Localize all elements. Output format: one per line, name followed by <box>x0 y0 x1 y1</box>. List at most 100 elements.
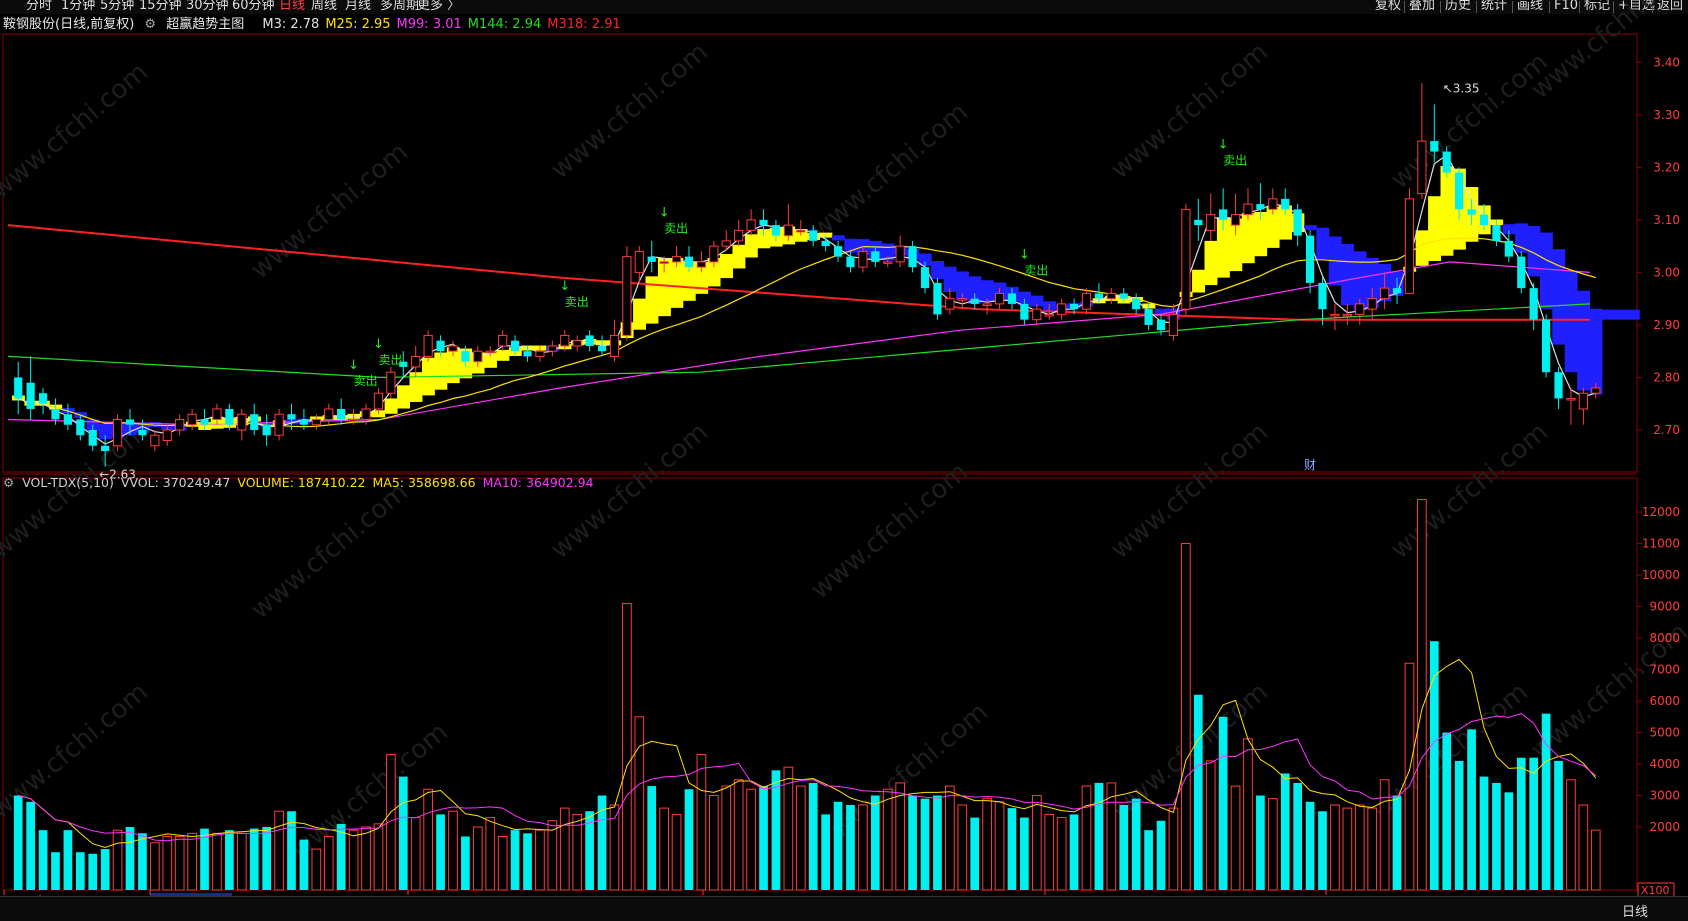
candle-body-up <box>373 392 384 410</box>
volume-bar-down <box>1467 729 1476 890</box>
candle-body-down <box>1281 198 1290 210</box>
price-axis-label: 3.20 <box>1653 160 1680 174</box>
candle-body-up <box>386 371 396 394</box>
candle-body-down <box>1542 319 1551 373</box>
volume-bar-up <box>671 813 682 891</box>
price-axis-label: 3.30 <box>1653 108 1680 122</box>
candle-body-down <box>1293 209 1302 236</box>
watermark-text: www.cfchi.com <box>805 97 974 245</box>
sell-signal-label: 卖出 <box>565 295 589 309</box>
volume-bar-down <box>1442 732 1452 890</box>
volume-bar-up <box>373 823 384 891</box>
candle-body-up <box>1367 298 1377 310</box>
candle-body-up <box>1578 392 1588 410</box>
candle-body-up <box>1380 287 1390 300</box>
volume-bar-up <box>945 785 955 891</box>
volume-bar-down <box>1454 760 1464 890</box>
volume-bar-down <box>249 828 259 890</box>
candle-body-down <box>846 256 855 268</box>
candle-body-down <box>1554 372 1563 399</box>
candle-body-up <box>1417 140 1427 195</box>
price-axis-label: 3.40 <box>1653 55 1680 69</box>
volume-bar-down <box>1193 694 1203 890</box>
volume-bar-down <box>336 823 346 890</box>
cloud-segment <box>1415 230 1429 266</box>
volume-bar-up <box>622 602 632 891</box>
volume-bar-down <box>88 853 98 890</box>
volume-bar-up <box>1367 807 1378 891</box>
volume-bar-down <box>38 830 48 890</box>
volume-axis-label: 8000 <box>1649 631 1680 645</box>
candle-body-up <box>895 245 905 263</box>
volume-bar-up <box>423 788 433 891</box>
candle-body-down <box>771 225 781 236</box>
sell-arrow-icon: ↓ <box>659 206 670 221</box>
cloud-segment <box>1589 308 1603 395</box>
volume-bar-down <box>1020 817 1029 890</box>
volume-bar-down <box>63 830 73 890</box>
volume-bar-down <box>26 801 35 890</box>
cloud-segment <box>633 298 647 330</box>
volume-axis-label: 3000 <box>1649 789 1680 803</box>
volume-bar-down <box>1007 808 1017 890</box>
sell-arrow-icon: ↓ <box>373 337 384 352</box>
volume-bar-up <box>410 817 421 891</box>
volume-bar-down <box>1256 795 1265 890</box>
cloud-segment <box>744 234 758 258</box>
volume-bar-up <box>1081 785 1092 891</box>
volume-bar-up <box>1566 779 1576 891</box>
volume-bar-up <box>783 766 794 891</box>
candle-body-down <box>436 340 445 352</box>
volume-bar-up <box>112 829 123 891</box>
volume-bar-up <box>1330 804 1340 891</box>
vol-gear-icon[interactable]: ⚙ <box>3 475 14 490</box>
candle-body-up <box>1106 292 1116 300</box>
candle-body-up <box>634 250 644 273</box>
candle-body-up <box>796 229 806 233</box>
candle-body-down <box>684 256 694 268</box>
candle-body-down <box>920 267 930 289</box>
volume-bar-up <box>708 795 719 891</box>
bottom-period-label[interactable]: 日线 <box>1622 901 1648 920</box>
candle-body-up <box>1032 308 1042 321</box>
volume-legend-item: VOLUME: 187410.22 <box>237 475 366 490</box>
watermark-text: www.cfchi.com <box>1105 37 1274 185</box>
sell-arrow-icon: ↓ <box>559 279 570 294</box>
volume-bar-up <box>746 788 756 891</box>
cloud-segment <box>1428 196 1442 262</box>
cloud-segment <box>1614 309 1628 320</box>
candle-body-down <box>1156 319 1166 331</box>
kline-chart[interactable]: www.cfchi.com www.cfchi.com www.cfchi.com w… <box>0 0 1688 896</box>
candle-body-down <box>461 351 470 362</box>
volume-bar-up <box>1031 795 1042 891</box>
candle-body-down <box>1094 293 1104 299</box>
candle-body-down <box>1219 209 1228 220</box>
candle-body-up <box>1181 208 1191 310</box>
volume-bar-down <box>100 849 110 890</box>
volume-bar-up <box>547 820 558 891</box>
price-axis-label: 2.90 <box>1653 318 1680 332</box>
volume-axis-label: 12000 <box>1642 505 1680 519</box>
candle-body-up <box>883 261 893 264</box>
watermark-text: www.cfchi.com <box>0 57 154 205</box>
candle-body-up <box>945 298 955 310</box>
cloud-segment <box>1341 243 1355 306</box>
candle-body-down <box>821 240 830 247</box>
cloud-segment <box>1241 213 1255 264</box>
volume-bar-down <box>13 795 23 890</box>
volume-bar-down <box>1293 782 1303 890</box>
volume-bar-down <box>1479 776 1489 890</box>
candle-body-down <box>1256 204 1265 210</box>
volume-bar-up <box>559 807 570 891</box>
candle-body-down <box>26 382 35 409</box>
volume-axis-label: 5000 <box>1649 726 1680 740</box>
candle-body-up <box>361 408 371 420</box>
watermark-text: www.cfchi.com <box>1525 0 1688 105</box>
volume-bar-down <box>1131 798 1141 890</box>
candle-body-down <box>523 351 532 357</box>
candle-body-up <box>858 250 868 268</box>
volume-bar-up <box>497 835 508 891</box>
volume-bar-down <box>75 852 85 890</box>
volume-bar-down <box>771 770 781 890</box>
volume-bar-down <box>833 801 843 890</box>
